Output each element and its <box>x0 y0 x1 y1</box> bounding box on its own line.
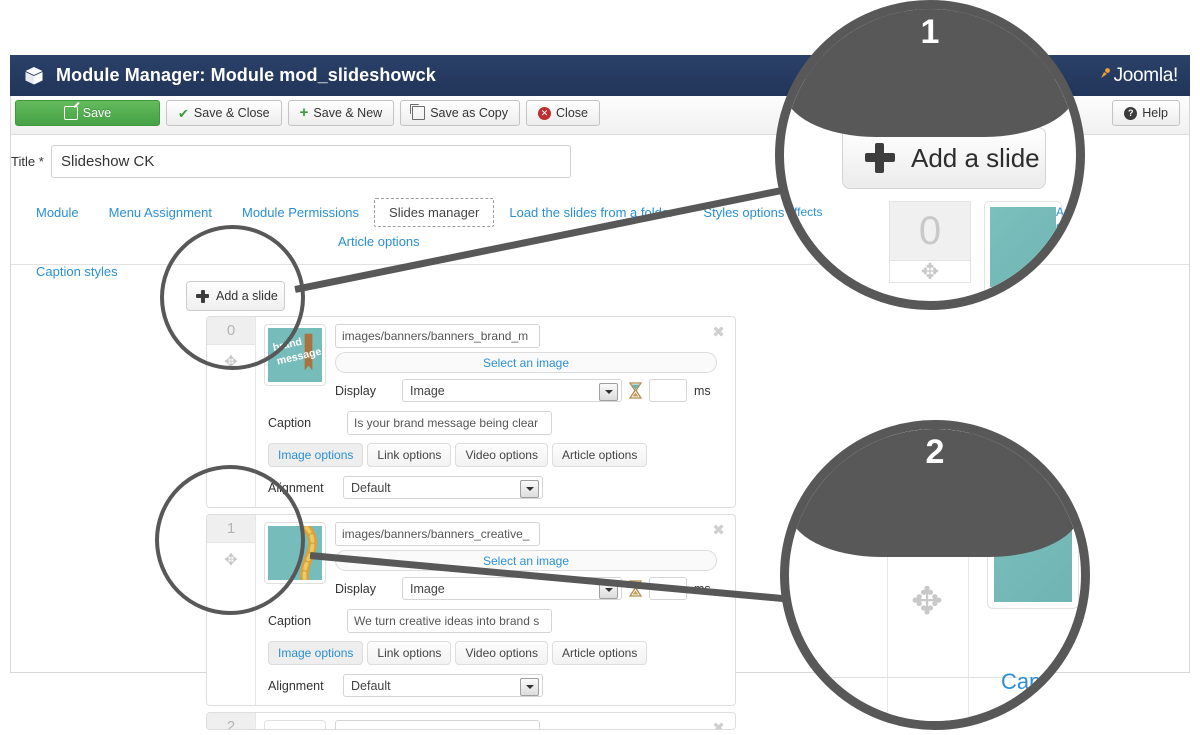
tab-article-options[interactable]: Article options <box>323 227 435 256</box>
slide-caption-input[interactable] <box>347 411 552 435</box>
subtab-video-options[interactable]: Video options <box>455 641 548 665</box>
slide-image-path-input[interactable] <box>335 720 540 729</box>
subtab-video-options[interactable]: Video options <box>455 443 548 467</box>
zoom2-caption-label: Caption <box>1001 669 1077 694</box>
alignment-label: Alignment <box>268 678 324 693</box>
subtab-link-options[interactable]: Link options <box>367 443 452 467</box>
zoom1-thumbnail-image <box>990 207 1056 287</box>
slide-image-path-input[interactable] <box>335 522 540 546</box>
remove-slide-icon[interactable]: ✖ <box>710 522 727 539</box>
save-button-label: Save <box>82 106 112 120</box>
subtab-image-options[interactable]: Image options <box>268 443 364 467</box>
callout-1-magnifier: Joomla! Add a slide 0 ✥ Effects Article … <box>775 0 1085 310</box>
slide-image-path-input[interactable] <box>335 324 540 348</box>
save-and-new-button[interactable]: + Save & New <box>287 100 395 126</box>
zoom1-slide-thumbnail <box>984 201 1062 293</box>
chevron-down-icon <box>599 383 618 401</box>
joomla-mark-icon <box>1098 65 1112 79</box>
alignment-value: Default <box>351 481 391 495</box>
display-label: Display <box>335 383 376 398</box>
tab-caption-styles[interactable]: Caption styles <box>21 257 133 286</box>
chevron-down-icon <box>520 678 539 696</box>
slide-index: 2 <box>207 713 255 729</box>
hourglass-icon <box>628 382 643 399</box>
tab-module[interactable]: Module <box>21 198 94 227</box>
joomla-wordmark: Joomla! <box>1113 65 1179 86</box>
save-and-close-button[interactable]: ✔ Save & Close <box>166 100 282 126</box>
callout-1-source-circle <box>160 225 305 370</box>
caption-label: Caption <box>268 416 312 430</box>
display-type-value: Image <box>410 582 445 596</box>
subtab-image-options[interactable]: Image options <box>268 641 364 665</box>
cube-icon <box>24 66 44 86</box>
slide-row: 2 ✖ <box>206 712 736 730</box>
title-input[interactable] <box>51 145 571 178</box>
save-and-close-label: Save & Close <box>193 106 270 120</box>
slide-thumbnail[interactable] <box>264 720 326 729</box>
question-mark-icon: ? <box>1124 106 1138 120</box>
page-title: Module Manager: Module mod_slideshowck <box>56 65 436 85</box>
title-label: Title * <box>11 154 44 169</box>
thumbnail-image-placeholder <box>268 724 322 729</box>
save-and-new-label: Save & New <box>313 106 383 120</box>
slide-body: ✖ <box>256 713 735 729</box>
callout-2-magnifier: 1 ✥ Caption 2 <box>780 420 1090 730</box>
plus-icon: + <box>299 104 309 121</box>
remove-slide-icon[interactable]: ✖ <box>710 720 727 729</box>
display-type-value: Image <box>410 384 445 398</box>
zoom1-slide-index-column: 0 ✥ <box>889 201 971 283</box>
check-icon: ✔ <box>178 105 189 121</box>
subtab-article-options[interactable]: Article options <box>551 443 648 467</box>
tab-menu-assignment[interactable]: Menu Assignment <box>94 198 227 227</box>
screenshot-stage: Module Manager: Module mod_slideshowck J… <box>0 0 1200 735</box>
joomla-logo: Joomla! <box>1098 64 1178 88</box>
slide-duration-input[interactable] <box>649 379 687 402</box>
slide-index-column: 2 <box>207 713 256 729</box>
display-label: Display <box>335 581 376 596</box>
alignment-select[interactable]: Default <box>343 476 543 499</box>
subtab-article-options[interactable]: Article options <box>551 641 648 665</box>
slide-option-subtabs: Image options Link options Video options… <box>264 641 727 665</box>
pencil-icon <box>63 106 78 120</box>
display-type-select[interactable]: Image <box>402 379 622 402</box>
help-button[interactable]: ? Help <box>1112 100 1180 126</box>
duration-unit-label: ms <box>694 383 711 398</box>
save-button[interactable]: Save <box>15 100 160 126</box>
save-as-copy-label: Save as Copy <box>430 106 509 120</box>
zoom1-drag-handle[interactable]: ✥ <box>890 261 970 283</box>
remove-slide-icon[interactable]: ✖ <box>710 324 727 341</box>
caption-label: Caption <box>268 614 312 628</box>
plus-icon <box>865 143 895 173</box>
title-field-row: Title * <box>11 145 571 178</box>
chevron-down-icon <box>520 480 539 498</box>
close-circle-icon: ✕ <box>538 106 552 120</box>
help-button-label: Help <box>1142 106 1168 120</box>
zoom2-drag-handle[interactable]: ✥ <box>887 579 967 624</box>
close-button-label: Close <box>556 106 588 120</box>
close-button[interactable]: ✕ Close <box>526 100 600 126</box>
subtab-link-options[interactable]: Link options <box>367 641 452 665</box>
alignment-value: Default <box>351 679 391 693</box>
zoom1-add-a-slide-label: Add a slide <box>911 142 1040 173</box>
zoom1-tab-effects: Effects <box>786 205 823 219</box>
callout-1-number: 1 <box>784 9 1076 138</box>
save-as-copy-button[interactable]: Save as Copy <box>400 100 521 126</box>
slide-caption-input[interactable] <box>347 609 552 633</box>
tab-module-permissions[interactable]: Module Permissions <box>227 198 374 227</box>
copy-icon <box>410 104 426 120</box>
slide-body: ✖ Select an image <box>256 515 735 705</box>
callout-2-source-circle <box>155 465 305 615</box>
callout-2-number: 2 <box>789 429 1081 558</box>
zoom1-slide-index: 0 <box>890 202 970 261</box>
slide-body: ✖ brand message images/banners/banners_b… <box>256 317 735 507</box>
tab-slides-manager[interactable]: Slides manager <box>374 198 495 227</box>
slide-option-subtabs: Image options Link options Video options… <box>264 443 727 467</box>
select-an-image-button[interactable]: Select an image <box>335 352 717 373</box>
alignment-select[interactable]: Default <box>343 674 543 697</box>
